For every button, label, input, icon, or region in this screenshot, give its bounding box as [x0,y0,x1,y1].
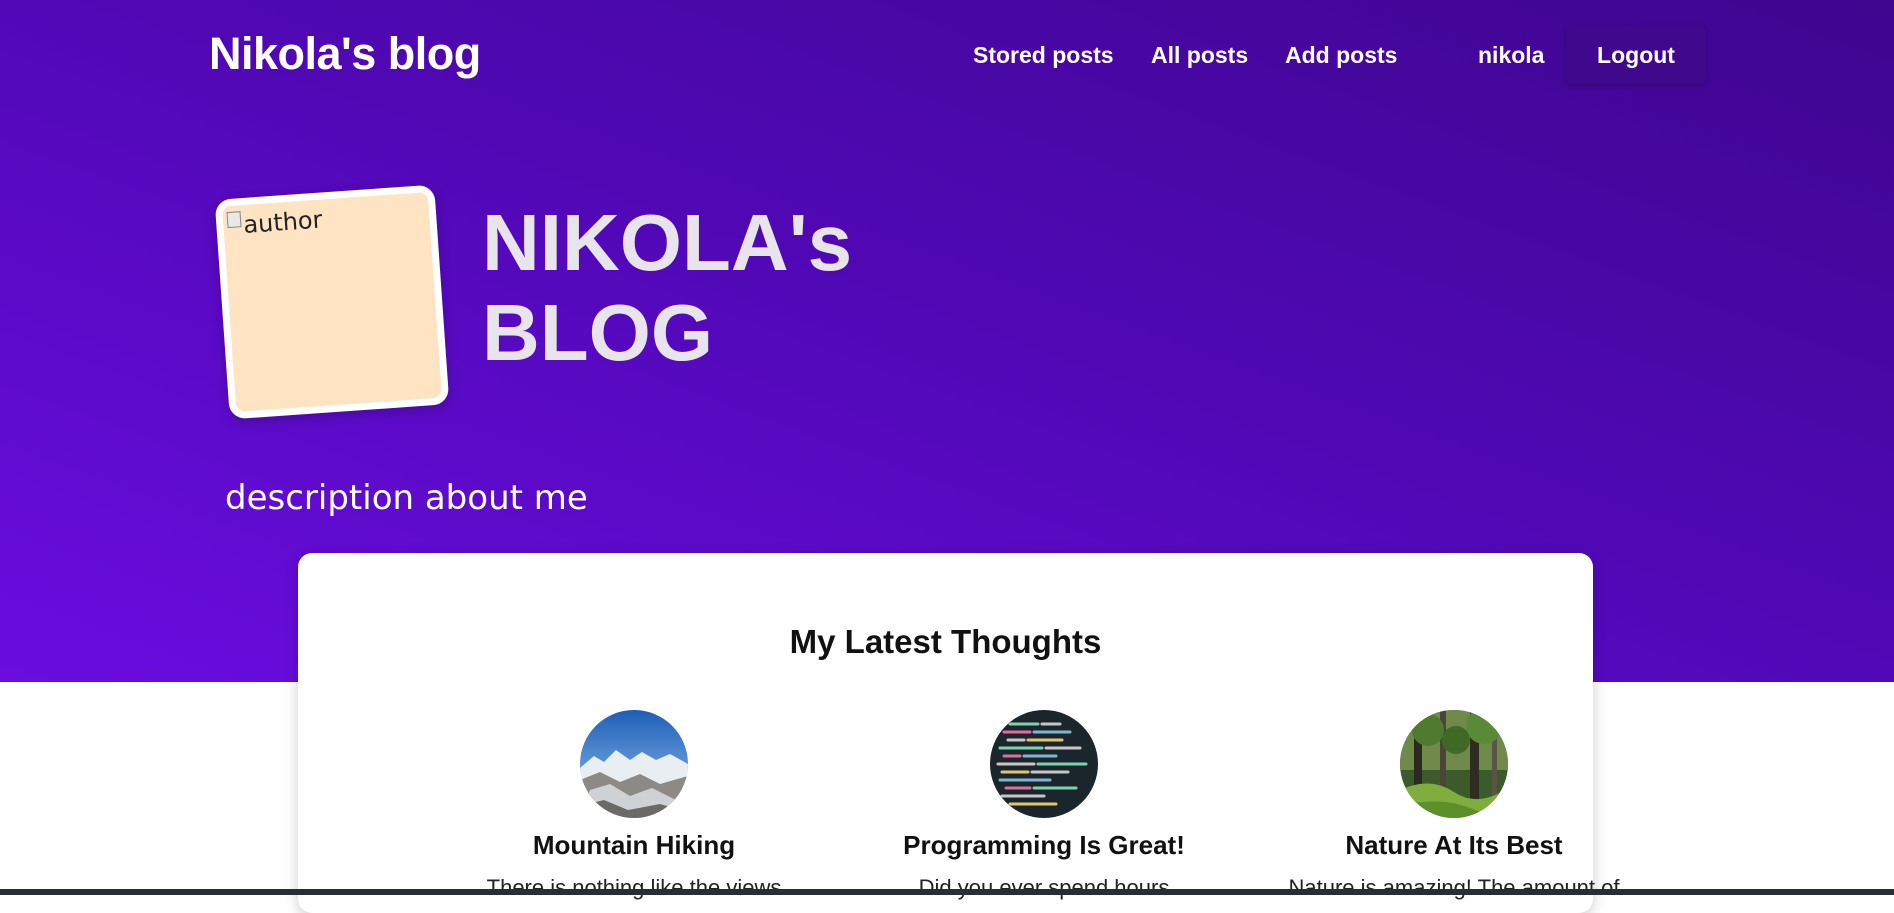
mountain-photo-icon[interactable] [580,710,688,818]
broken-image-icon [226,211,242,229]
nav-username[interactable]: nikola [1478,42,1544,69]
hero-description: description about me [225,478,588,518]
nav-link-stored-posts[interactable]: Stored posts [973,42,1114,69]
nav-link-all-posts[interactable]: All posts [1151,42,1248,69]
latest-posts-card: My Latest Thoughts Mountain Hiking There… [298,553,1620,913]
latest-posts-heading: My Latest Thoughts [789,623,1102,660]
post-snippet: There is nothing like the views [486,875,782,900]
author-avatar: author [214,184,450,420]
post-title[interactable]: Mountain Hiking [434,830,834,861]
hero-title: NIKOLA's BLOG [482,198,853,377]
site-brand[interactable]: Nikola's blog [209,28,481,80]
post-title[interactable]: Nature At Its Best [1254,830,1654,861]
post-card-nature[interactable]: Nature At Its Best Nature is amazing! Th… [1254,710,1654,901]
post-title[interactable]: Programming Is Great! [844,830,1244,861]
avatar-alt-text: author [226,206,323,241]
code-photo-icon[interactable] [990,710,1098,818]
taskbar-edge [0,889,1894,895]
avatar-alt-label: author [242,205,324,239]
forest-photo-icon[interactable] [1400,710,1508,818]
logout-button[interactable]: Logout [1566,26,1706,84]
nav-link-add-posts[interactable]: Add posts [1285,42,1397,69]
post-snippet: Nature is amazing! The amount of [1288,875,1620,900]
post-card-programming[interactable]: Programming Is Great! Did you ever spend… [844,710,1244,901]
post-snippet: Did you ever spend hours [918,875,1170,900]
post-card-mountain-hiking[interactable]: Mountain Hiking There is nothing like th… [434,710,834,901]
